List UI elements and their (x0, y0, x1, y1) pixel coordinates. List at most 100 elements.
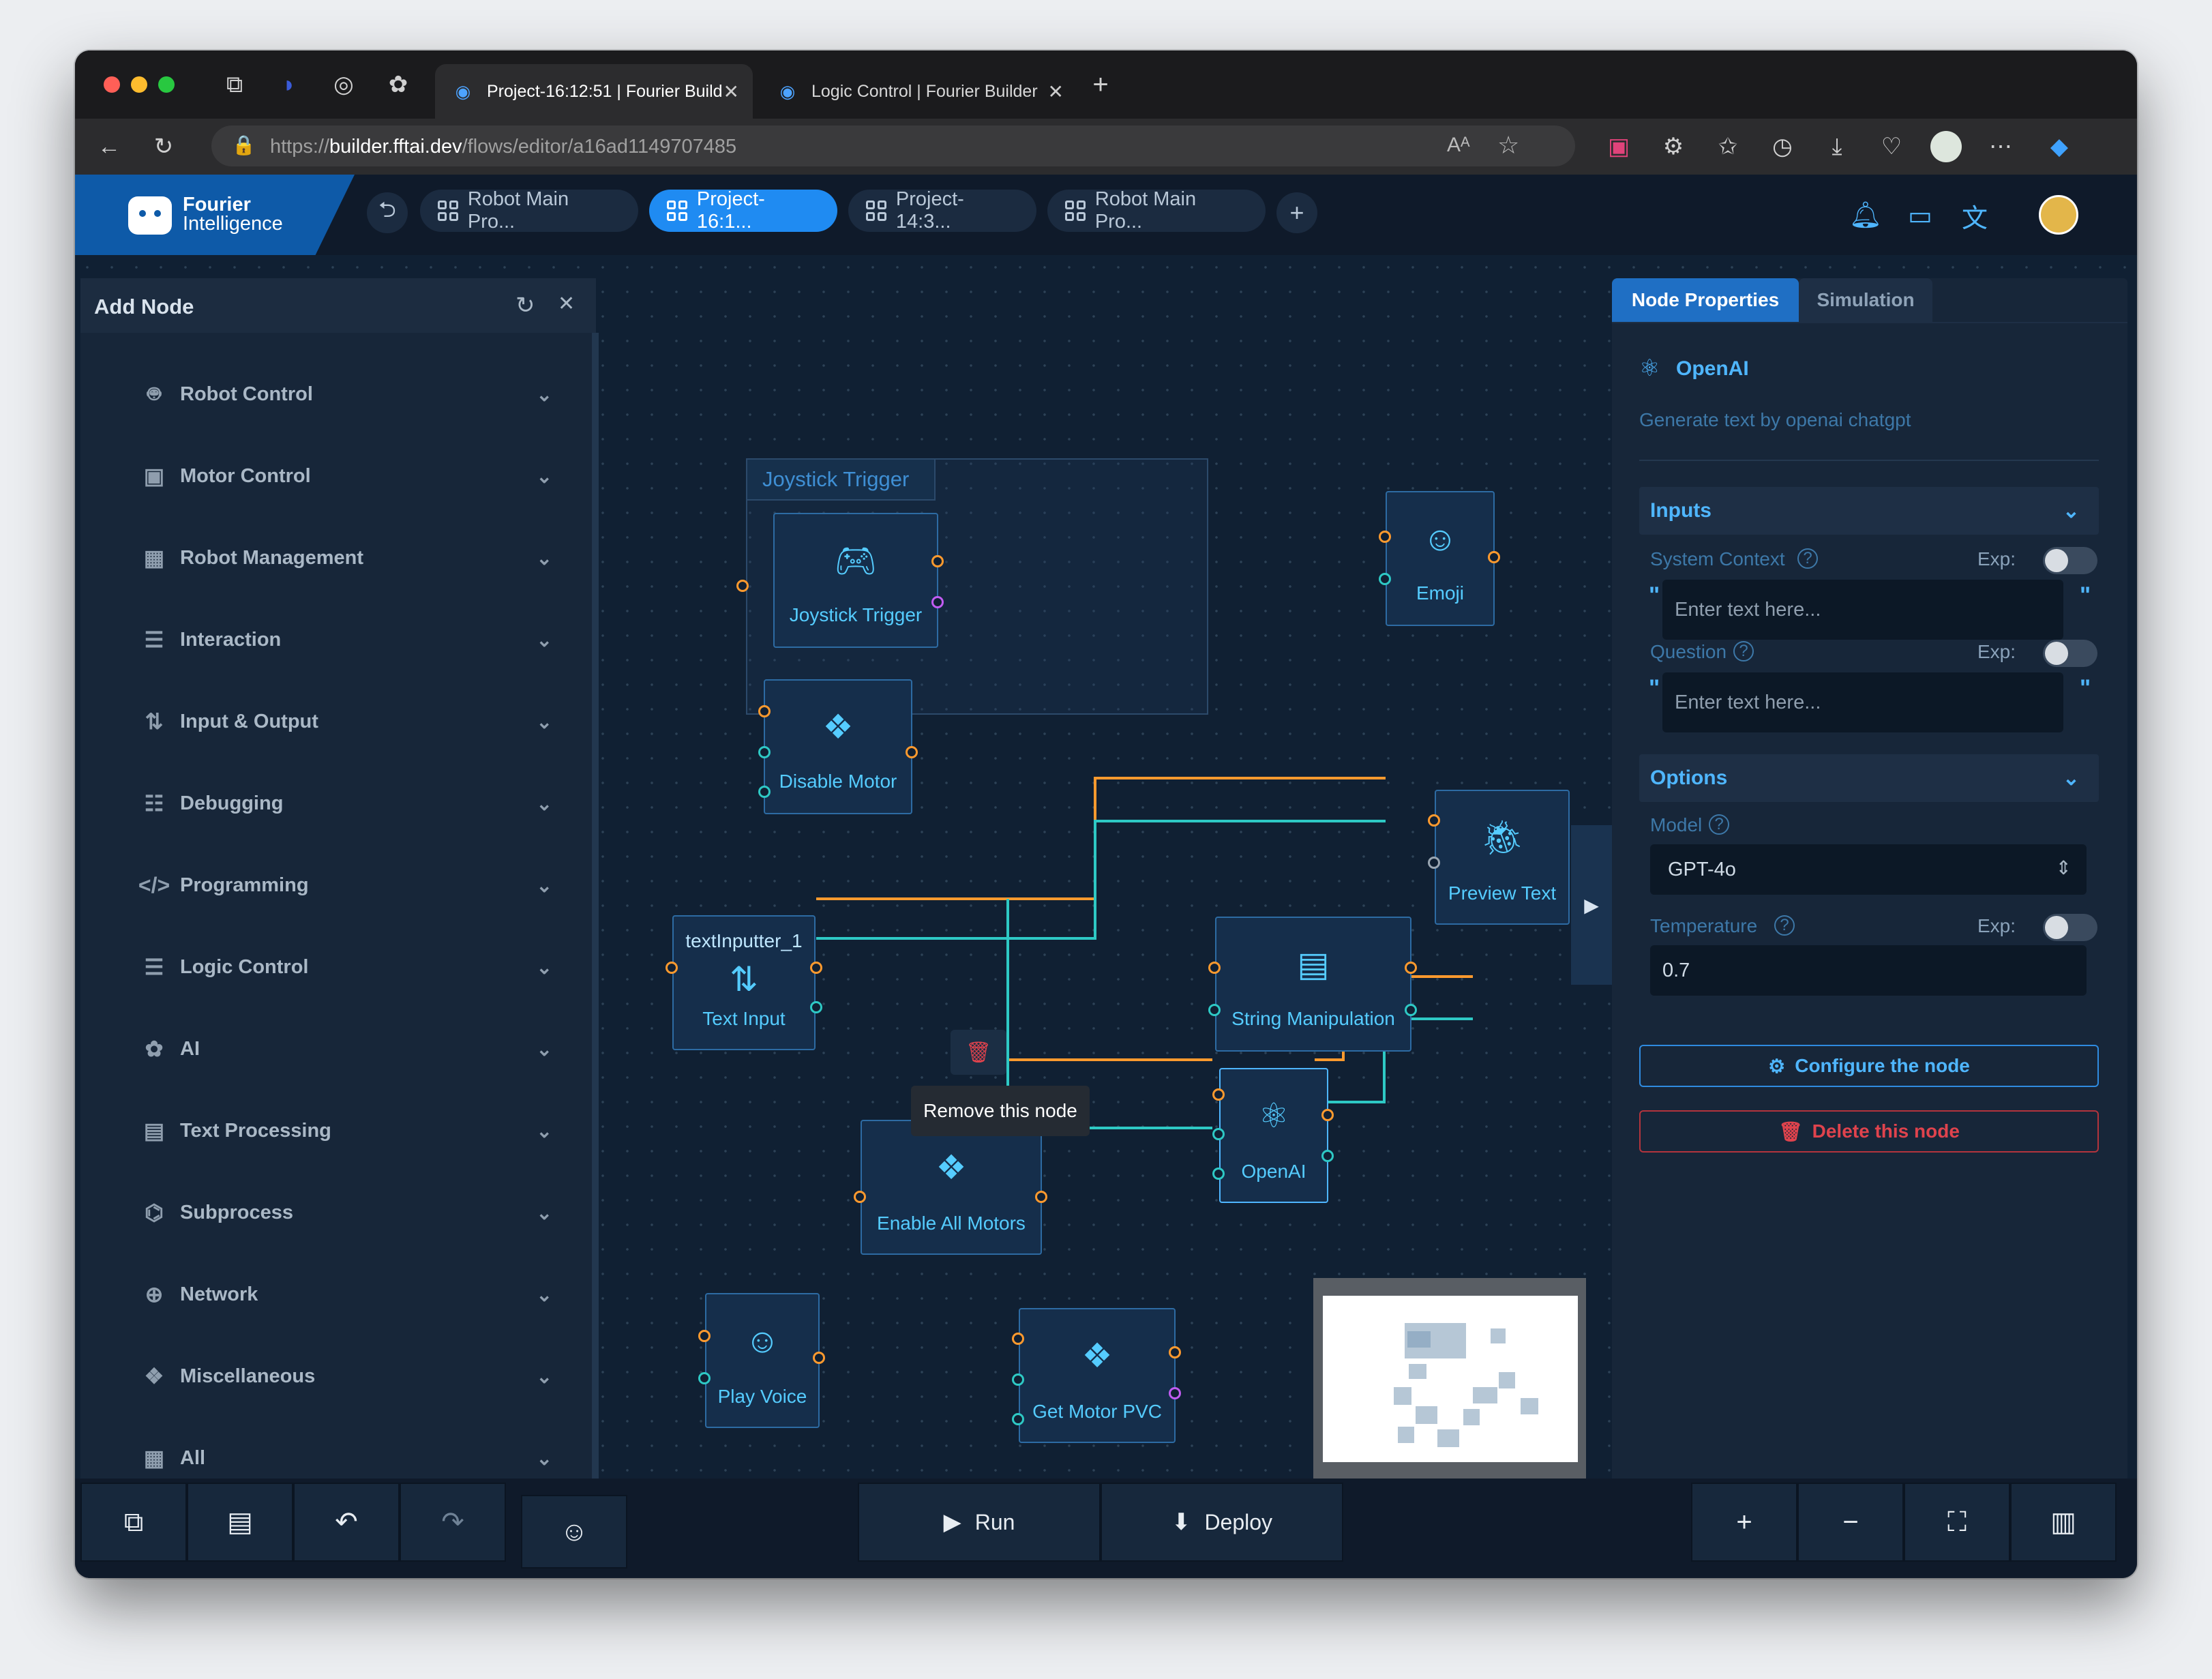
paste-button[interactable]: ▤ (187, 1483, 293, 1562)
input-port[interactable] (758, 786, 771, 798)
toggle-minimap-button[interactable]: ▥ (2010, 1483, 2117, 1562)
model-select[interactable]: GPT-4o ⇕ (1650, 844, 2087, 895)
category-input-output[interactable]: ⇅ Input & Output ⌄ (80, 682, 578, 761)
category-network[interactable]: ⊕ Network ⌄ (80, 1255, 578, 1334)
zoom-out-button[interactable]: − (1797, 1483, 1904, 1562)
expand-panel-button[interactable]: ▶ (1571, 825, 1612, 985)
output-port[interactable] (1488, 551, 1500, 563)
input-port[interactable] (1208, 1004, 1221, 1016)
question-exp-toggle[interactable] (2043, 640, 2097, 667)
fit-view-button[interactable]: ⛶ (1904, 1483, 2010, 1562)
output-port[interactable] (1321, 1109, 1334, 1121)
help-icon[interactable]: ? (1774, 915, 1795, 936)
input-port[interactable] (1428, 814, 1440, 827)
trash-icon[interactable]: 🗑︎ (951, 1030, 1006, 1075)
input-port[interactable] (1208, 962, 1221, 974)
delete-node-button[interactable]: 🗑︎ Delete this node (1639, 1110, 2099, 1153)
input-port[interactable] (666, 962, 678, 974)
temperature-input[interactable]: 0.7 (1650, 945, 2087, 996)
inputs-section-header[interactable]: Inputs ⌄ (1639, 487, 2099, 535)
node-openai[interactable]: ⚛ OpenAI (1219, 1068, 1328, 1203)
chat-button[interactable]: ☺ (521, 1495, 627, 1569)
tab-simulation[interactable]: Simulation (1799, 278, 1932, 322)
node-emoji[interactable]: ☺ Emoji (1386, 491, 1495, 626)
options-section-header[interactable]: Options ⌄ (1639, 754, 2099, 802)
copy-button[interactable]: ⧉ (80, 1483, 187, 1562)
chevron-down-icon: ⌄ (536, 547, 552, 569)
input-port[interactable] (1012, 1333, 1024, 1345)
input-port[interactable] (758, 746, 771, 758)
scrollbar[interactable] (592, 333, 599, 1481)
output-port[interactable] (906, 746, 918, 758)
output-port[interactable] (1169, 1346, 1181, 1358)
input-port[interactable] (1212, 1168, 1225, 1180)
output-port[interactable] (1321, 1150, 1334, 1162)
category-ai[interactable]: ✿ AI ⌄ (80, 1009, 578, 1088)
input-port[interactable] (854, 1191, 866, 1203)
input-port[interactable] (698, 1372, 711, 1384)
node-disable-motor[interactable]: ❖ Disable Motor (764, 679, 912, 814)
node-string-manipulation[interactable]: ▤ String Manipulation (1215, 917, 1411, 1052)
category-programming[interactable]: </> Programming ⌄ (80, 846, 578, 925)
run-button[interactable]: ▶ Run (858, 1483, 1101, 1562)
output-port[interactable] (810, 962, 822, 974)
refresh-icon[interactable]: ↻ (515, 292, 535, 319)
category-interaction[interactable]: ☰ Interaction ⌄ (80, 600, 578, 679)
minimap[interactable] (1313, 1278, 1586, 1483)
face-icon: ☺ (1422, 520, 1458, 558)
help-icon[interactable]: ? (1733, 641, 1754, 662)
pin-icon[interactable]: ✕ (558, 292, 575, 316)
node-joystick-trigger[interactable]: 🎮︎ Joystick Trigger (773, 513, 938, 648)
category-motor-control[interactable]: ▣ Motor Control ⌄ (80, 436, 578, 516)
category-subprocess[interactable]: ⌬ Subprocess ⌄ (80, 1173, 578, 1252)
category-text-processing[interactable]: ▤ Text Processing ⌄ (80, 1091, 578, 1170)
configure-node-button[interactable]: ⚙ Configure the node (1639, 1045, 2099, 1087)
output-port[interactable] (1035, 1191, 1047, 1203)
output-port[interactable] (1405, 962, 1417, 974)
output-port[interactable] (931, 555, 944, 567)
fullscreen-icon: ⛶ (1947, 1506, 1967, 1537)
node-enable-all-motors[interactable]: ❖ Enable All Motors (861, 1120, 1042, 1255)
deploy-button[interactable]: ⬇ Deploy (1101, 1483, 1343, 1562)
node-play-voice[interactable]: ☺ Play Voice (705, 1293, 820, 1428)
node-get-motor-pvc[interactable]: ❖ Get Motor PVC (1019, 1308, 1176, 1443)
all-grid-icon: ▦ (143, 1446, 165, 1470)
group-input-port[interactable] (736, 580, 749, 592)
node-text-input[interactable]: textInputter_1 ⇅ Text Input (672, 915, 816, 1050)
input-port[interactable] (758, 705, 771, 717)
system-context-input[interactable]: Enter text here... (1662, 580, 2063, 640)
input-port[interactable] (1012, 1413, 1024, 1425)
input-port[interactable] (1428, 857, 1440, 869)
output-port[interactable] (813, 1352, 825, 1364)
category-miscellaneous[interactable]: ❖ Miscellaneous ⌄ (80, 1337, 578, 1416)
chevron-down-icon: ⌄ (536, 1283, 552, 1305)
category-logic-control[interactable]: ☰ Logic Control ⌄ (80, 927, 578, 1007)
output-port[interactable] (810, 1001, 822, 1013)
redo-button[interactable]: ↷ (400, 1483, 506, 1562)
help-icon[interactable]: ? (1797, 548, 1818, 569)
list-icon: ☰ (144, 955, 164, 979)
output-port[interactable] (931, 596, 944, 608)
input-port[interactable] (1379, 531, 1391, 543)
input-port[interactable] (1212, 1088, 1225, 1101)
tab-node-properties[interactable]: Node Properties (1612, 278, 1799, 322)
category-robot-control[interactable]: 🤖︎ Robot Control ⌄ (80, 355, 578, 434)
undo-button[interactable]: ↶ (293, 1483, 400, 1562)
question-input[interactable]: Enter text here... (1662, 672, 2063, 732)
zoom-in-button[interactable]: + (1691, 1483, 1797, 1562)
temperature-exp-toggle[interactable] (2043, 914, 2097, 941)
system-context-exp-toggle[interactable] (2043, 547, 2097, 574)
swap-arrows-icon: ⇅ (730, 960, 758, 998)
output-port[interactable] (1405, 1004, 1417, 1016)
help-icon[interactable]: ? (1709, 814, 1729, 835)
output-port[interactable] (1169, 1387, 1181, 1399)
input-port[interactable] (698, 1330, 711, 1342)
input-port[interactable] (1212, 1128, 1225, 1140)
document-icon: ▤ (1297, 945, 1330, 983)
input-port[interactable] (1012, 1373, 1024, 1386)
node-preview-text[interactable]: 🐞︎ Preview Text (1435, 790, 1570, 925)
category-debugging[interactable]: ☷ Debugging ⌄ (80, 764, 578, 843)
chevron-down-icon: ⌄ (536, 465, 552, 487)
input-port[interactable] (1379, 573, 1391, 585)
category-robot-management[interactable]: ▦ Robot Management ⌄ (80, 518, 578, 597)
